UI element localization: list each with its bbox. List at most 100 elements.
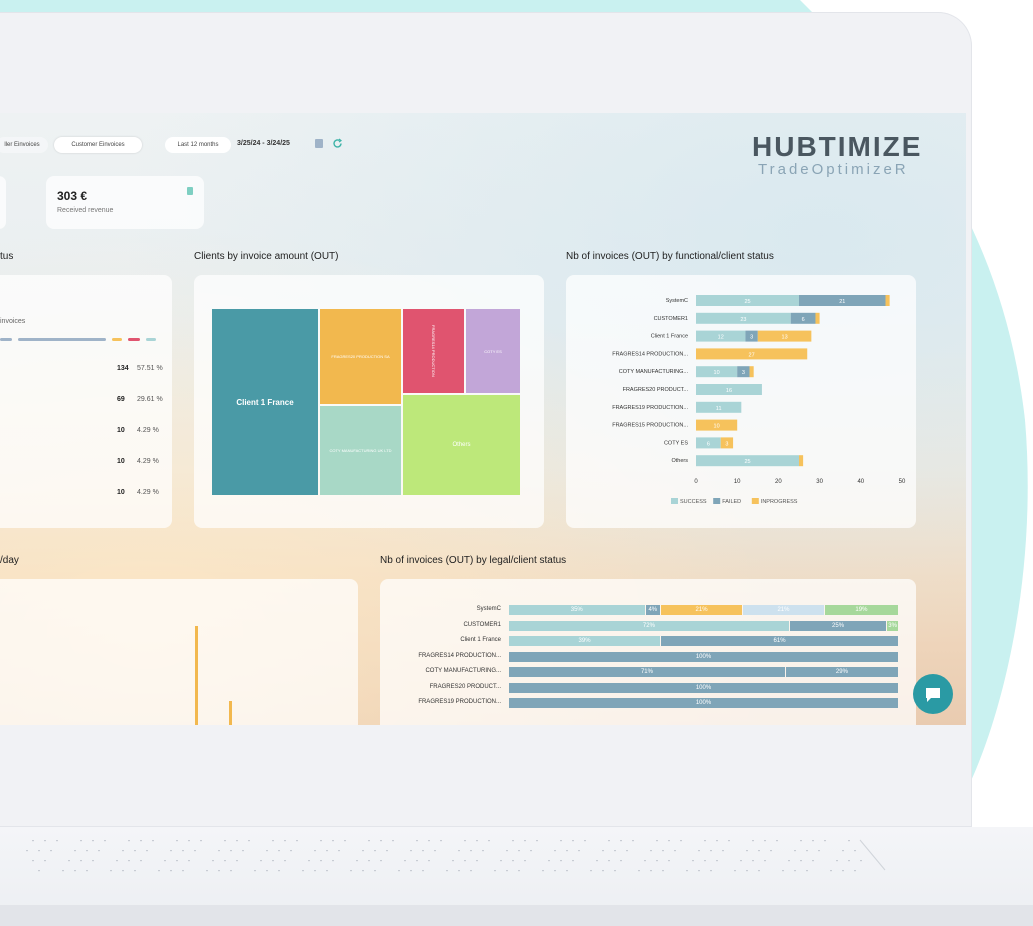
bar-value-label: 6 xyxy=(707,441,710,447)
category-label: FRAGRES19 PRODUCTION... xyxy=(612,405,688,411)
legal-bar-segment[interactable]: 25% xyxy=(789,620,887,631)
legal-bar-segment[interactable]: 19% xyxy=(824,605,898,615)
treemap-cell-coty-manufacturing[interactable]: COTY MANUFACTURING UK LTD xyxy=(320,406,401,495)
functional-chart-title: Nb of invoices (OUT) by functional/clien… xyxy=(566,251,774,262)
treemap-panel: Client 1 France FRAGRES20 PRODUCTION SA … xyxy=(194,275,544,528)
kpi-value: 303 € xyxy=(57,189,88,203)
status-row-count: 134 xyxy=(117,365,129,372)
bar-segment-inprogress[interactable] xyxy=(815,312,820,324)
legal-bar-segment[interactable]: 100% xyxy=(509,698,898,708)
bar-value-label: 11 xyxy=(716,406,722,412)
x-tick-label: 40 xyxy=(857,479,864,485)
legend-label[interactable]: SUCCESS xyxy=(680,499,707,505)
legal-category-label: SystemC xyxy=(476,606,501,612)
bar-value-label: 25 xyxy=(744,459,750,465)
period-select[interactable]: Last 12 months xyxy=(165,137,231,153)
status-row-count: 69 xyxy=(117,396,125,403)
functional-status-chart: SystemC 25 21 CUSTOMER1 23 6 Client 1 France 12… xyxy=(612,295,906,505)
legal-bar-segment[interactable]: 21% xyxy=(743,605,824,615)
legal-category-label: Client 1 France xyxy=(460,637,501,643)
bar-value-label: 3 xyxy=(725,441,728,447)
chat-icon xyxy=(926,688,940,702)
category-label: FRAGRES14 PRODUCTION... xyxy=(612,351,688,357)
tab-seller-einvoices[interactable]: ller Einvoices xyxy=(0,137,48,153)
legal-category-label: COTY MANUFACTURING... xyxy=(425,668,501,674)
bar-segment-inprogress[interactable] xyxy=(799,455,804,467)
legal-category-label: FRAGRES20 PRODUCT... xyxy=(429,683,501,690)
bar-segment-inprogress[interactable] xyxy=(885,295,890,306)
bar-value-label: 10 xyxy=(714,424,720,430)
legal-chart-title: Nb of invoices (OUT) by legal/client sta… xyxy=(380,555,567,566)
bar-value-label: 16 xyxy=(726,388,732,394)
document-icon xyxy=(187,187,193,195)
status-row-count: 10 xyxy=(117,427,125,434)
chat-button[interactable] xyxy=(913,674,953,714)
bar-value-label: 13 xyxy=(782,335,788,341)
bar-value-label: 3 xyxy=(742,370,745,376)
left-panel-title: tus xyxy=(0,251,14,262)
treemap-title: Clients by invoice amount (OUT) xyxy=(194,251,339,262)
category-label: FRAGRES20 PRODUCT... xyxy=(623,387,689,393)
functional-chart-panel: SystemC 25 21 CUSTOMER1 23 6 Client 1 France 12… xyxy=(566,275,916,528)
legend-label[interactable]: INPROGRESS xyxy=(761,499,798,505)
status-row-percent: 4.29 % xyxy=(137,427,159,434)
legal-bar-segment[interactable]: 100% xyxy=(509,651,898,662)
status-row-count: 10 xyxy=(117,489,125,496)
kpi-label: Received revenue xyxy=(57,207,114,214)
treemap-cell-others[interactable]: Others xyxy=(403,395,520,495)
legal-bar-segment[interactable]: 100% xyxy=(509,682,898,693)
bar-value-label: 3 xyxy=(750,335,753,341)
invoices-per-day-panel xyxy=(0,579,358,725)
x-tick-label: 10 xyxy=(734,479,741,485)
date-range[interactable]: 3/25/24 - 3/24/25 xyxy=(237,140,290,147)
category-label: Others xyxy=(671,458,688,464)
dashboard-screen: ller Einvoices Customer Einvoices Last 1… xyxy=(0,113,966,725)
refresh-icon[interactable] xyxy=(332,138,343,149)
bar-value-label: 23 xyxy=(740,317,746,323)
legal-category-label: FRAGRES14 PRODUCTION... xyxy=(418,652,501,659)
legal-bar-segment[interactable]: 39% xyxy=(509,636,661,646)
bar-value-label: 21 xyxy=(839,299,845,305)
legal-bar-segment[interactable]: 71% xyxy=(509,667,785,677)
treemap-cell-fragres14[interactable]: FRAGRES14 PRODUCTION xyxy=(403,309,464,393)
x-tick-label: 50 xyxy=(899,479,906,485)
status-row-percent: 4.29 % xyxy=(137,489,159,496)
status-row-percent: 29.61 % xyxy=(137,396,163,403)
category-label: Client 1 France xyxy=(651,334,688,340)
legend-swatch[interactable] xyxy=(751,498,759,504)
day-bar xyxy=(229,701,232,725)
legal-bar-segment[interactable]: 3% xyxy=(887,620,898,631)
hubtimize-logo-tagline: TradeOptimizeR xyxy=(758,161,909,178)
legal-category-label: FRAGRES19 PRODUCTION... xyxy=(418,699,501,705)
tab-customer-einvoices[interactable]: Customer Einvoices xyxy=(54,137,142,153)
bar-segment-inprogress[interactable] xyxy=(749,366,754,378)
x-tick-label: 20 xyxy=(775,479,782,485)
treemap-cell-client-1-france[interactable]: Client 1 France xyxy=(212,309,318,495)
category-label: COTY ES xyxy=(664,440,688,446)
legal-bar-segment[interactable]: 4% xyxy=(645,605,661,615)
legal-bar-segment[interactable]: 35% xyxy=(509,605,645,615)
kpi-card-received-revenue: 303 € Received revenue xyxy=(46,176,204,229)
laptop-base-edge xyxy=(0,905,1033,926)
legal-bar-segment[interactable]: 61% xyxy=(661,636,898,646)
legend-swatch[interactable] xyxy=(713,498,721,504)
hubtimize-logo: HUBTIMIZE xyxy=(752,131,923,162)
legal-bar-segment[interactable]: 29% xyxy=(785,667,898,677)
x-tick-label: 0 xyxy=(694,479,698,485)
legal-bar-segment[interactable]: 21% xyxy=(661,605,742,615)
status-panel: invoices 134 57.51 % 69 29.61 % 10 4.29 % 10 4.… xyxy=(0,275,172,528)
invoices-label: invoices xyxy=(0,318,26,325)
treemap-cell-coty-es[interactable]: COTY ES xyxy=(466,309,520,393)
category-label: COTY MANUFACTURING... xyxy=(619,369,689,375)
status-row-percent: 4.29 % xyxy=(137,458,159,465)
legend-swatch[interactable] xyxy=(671,498,678,504)
treemap-cell-fragres20[interactable]: FRAGRES20 PRODUCTION SA xyxy=(320,309,401,404)
legend-label[interactable]: FAILED xyxy=(722,499,741,505)
bar-value-label: 25 xyxy=(744,299,750,305)
category-label: SystemC xyxy=(666,298,688,304)
legal-bar-segment[interactable]: 72% xyxy=(509,620,789,631)
kpi-card-partial xyxy=(0,176,6,229)
calendar-icon[interactable] xyxy=(315,139,323,148)
legal-category-label: CUSTOMER1 xyxy=(463,621,501,628)
day-bar xyxy=(195,626,198,725)
